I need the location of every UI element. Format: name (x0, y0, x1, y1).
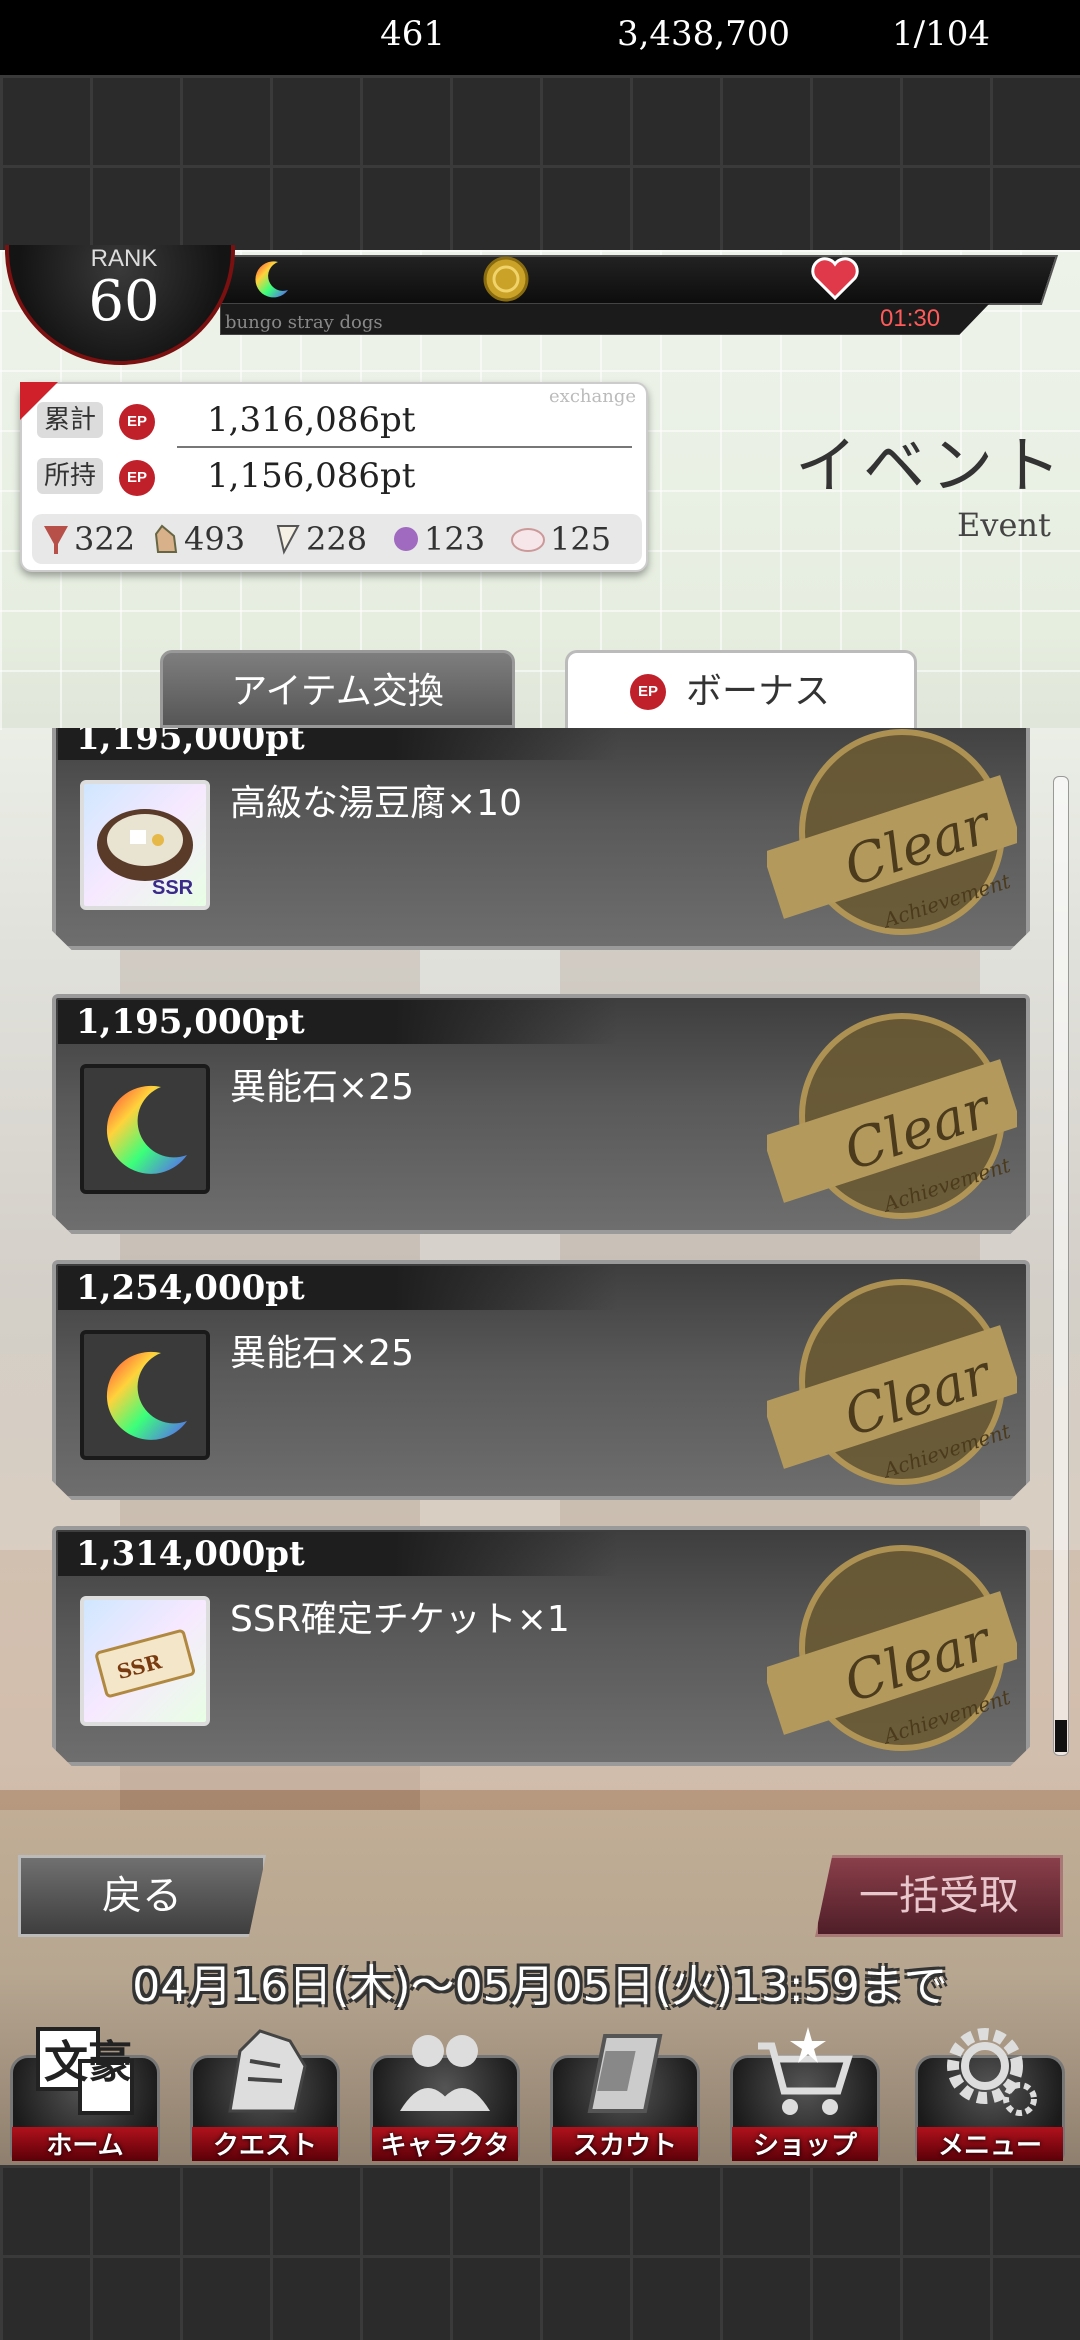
reward-item-name: 高級な湯豆腐×10 (230, 783, 522, 824)
total-label: 累計 (37, 402, 103, 438)
yudofu-pot-icon: SSR (97, 809, 194, 899)
reward-icon (80, 1330, 210, 1460)
coin-icon (483, 256, 529, 302)
game-subtitle: bungo stray dogs (225, 312, 383, 333)
top-background (0, 75, 1080, 250)
stamina-timer: 01:30 (880, 305, 941, 332)
page-title: イベント (795, 429, 1068, 502)
ep-icon: EP (630, 674, 666, 710)
paper-quill-icon (276, 525, 300, 555)
heart-stamina-icon (811, 257, 859, 301)
reward-item-name: SSR確定チケット×1 (230, 1599, 570, 1640)
list-item: 1,314,000pt SSR SSR確定チケット×1 Clear Achiev… (52, 1526, 1030, 1766)
reward-points: 1,195,000pt (58, 728, 618, 760)
total-points-row: 累計 EP 1,316,086pt (37, 398, 637, 444)
nav-quest-label: クエスト (212, 2131, 317, 2161)
nav-quest[interactable]: クエスト (180, 2015, 340, 2163)
material-count: 322 (74, 520, 136, 558)
nav-home[interactable]: 文豪 ホーム (0, 2015, 160, 2163)
plate-icon (511, 528, 545, 552)
coin-count: 3,438,700 (616, 14, 790, 54)
nav-scout-label: スカウト (572, 2131, 677, 2161)
nav-scout[interactable]: スカウト (540, 2015, 700, 2163)
ssr-badge: SSR (152, 877, 194, 899)
material-count: 125 (550, 520, 612, 558)
tab-item-exchange[interactable]: アイテム交換 (160, 650, 515, 728)
bottom-nav: 文豪 ホーム クエスト キャラクター スカウト ショップ (0, 2015, 1080, 2198)
reward-icon (80, 1064, 210, 1194)
home-icon: 文豪 (36, 2027, 134, 2115)
hand-icon (154, 524, 178, 553)
ornament-icon (394, 527, 418, 551)
reward-points: 1,314,000pt (58, 1532, 618, 1576)
held-points: 1,156,086pt (207, 456, 416, 496)
back-button[interactable]: 戻る (18, 1855, 266, 1937)
ep-icon: EP (119, 460, 155, 496)
ep-icon: EP (119, 404, 155, 440)
stone-count: 461 (380, 14, 445, 54)
clear-seal-icon: Clear Achievement (767, 1545, 1017, 1751)
nav-menu[interactable]: メニュー (905, 2015, 1065, 2163)
stamina-count: 1/104 (892, 14, 990, 54)
material-count: 493 (184, 520, 246, 558)
nav-shop[interactable]: ショップ (720, 2015, 880, 2163)
ability-stone-icon (106, 1085, 187, 1174)
reward-points: 1,195,000pt (58, 1000, 618, 1044)
page-subtitle: Event (957, 506, 1051, 544)
nav-home-label: ホーム (46, 2131, 124, 2161)
event-period: 04月16日(木)～05月05日(火)13:59まで (132, 1961, 948, 2012)
total-points: 1,316,086pt (207, 400, 416, 440)
bottom-background (0, 2165, 1080, 2340)
held-points-row: 所持 EP 1,156,086pt (37, 454, 637, 500)
list-item: 1,195,000pt 異能石×25 Clear Achievement (52, 994, 1030, 1234)
ability-stone-icon (106, 1351, 187, 1440)
clear-seal-icon: Clear Achievement (767, 1279, 1017, 1485)
materials-row: 322 493 228 123 125 (32, 514, 642, 564)
people-icon (400, 2035, 490, 2111)
reward-points: 1,254,000pt (58, 1266, 618, 1310)
clear-seal-icon: Clear Achievement (767, 729, 1017, 935)
material-count: 228 (306, 520, 368, 558)
points-card: exchange 累計 EP 1,316,086pt 所持 EP 1,156,0… (20, 382, 648, 572)
scrollbar-thumb[interactable] (1055, 1720, 1067, 1752)
list-item: 1,195,000pt SSR 高級な湯豆腐×10 Clear Achievem… (52, 728, 1030, 950)
gear-icon (947, 2028, 1037, 2116)
ability-stone-icon (255, 261, 288, 298)
tiger-icon (228, 2029, 307, 2113)
scrollbar-track[interactable] (1053, 776, 1069, 1756)
list-item: 1,254,000pt 異能石×25 Clear Achievement (52, 1260, 1030, 1500)
ssr-ticket-icon: SSR (95, 1629, 196, 1698)
nav-menu-label: メニュー (937, 2131, 1042, 2161)
fan-icon (44, 526, 68, 554)
tab-bonus[interactable]: EP ボーナス (565, 650, 917, 728)
held-label: 所持 (37, 458, 103, 494)
cart-icon (758, 2027, 853, 2115)
home-glyph-1: 文豪 (44, 2037, 132, 2088)
claim-all-button[interactable]: 一括受取 (815, 1855, 1063, 1937)
clear-seal-icon: Clear Achievement (767, 1013, 1017, 1219)
reward-icon: SSR (80, 780, 210, 910)
reward-icon: SSR (80, 1596, 210, 1726)
material-count: 123 (424, 520, 486, 558)
reward-item-name: 異能石×25 (230, 1067, 414, 1108)
book-icon (587, 2034, 663, 2113)
reward-item-name: 異能石×25 (230, 1333, 414, 1374)
tab-bonus-label: ボーナス (686, 671, 831, 712)
rank-value: 60 (88, 269, 160, 334)
reward-list[interactable]: 1,195,000pt SSR 高級な湯豆腐×10 Clear Achievem… (0, 728, 1080, 1790)
nav-character[interactable]: キャラクター (360, 2015, 520, 2198)
nav-shop-label: ショップ (752, 2131, 857, 2161)
